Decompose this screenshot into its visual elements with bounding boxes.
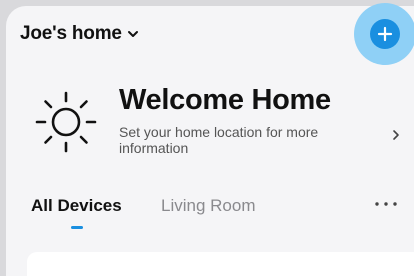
welcome-subtitle[interactable]: Set your home location for more informat… (119, 124, 349, 156)
chevron-down-icon (127, 31, 138, 37)
tab-living-room[interactable]: Living Room (161, 196, 256, 216)
plus-icon (377, 26, 393, 42)
more-dots-icon[interactable] (374, 200, 398, 208)
home-name: Joe's home (20, 23, 122, 44)
room-tabs: All Devices Living Room (0, 196, 414, 236)
device-list-panel (27, 252, 414, 276)
add-device-button[interactable] (370, 19, 400, 49)
chevron-right-icon[interactable] (390, 128, 402, 142)
tab-selected-indicator (71, 226, 83, 229)
welcome-title: Welcome Home (119, 84, 331, 116)
sun-icon (35, 91, 97, 153)
tab-all-devices[interactable]: All Devices (31, 196, 122, 216)
home-switcher[interactable]: Joe's home (20, 23, 140, 45)
